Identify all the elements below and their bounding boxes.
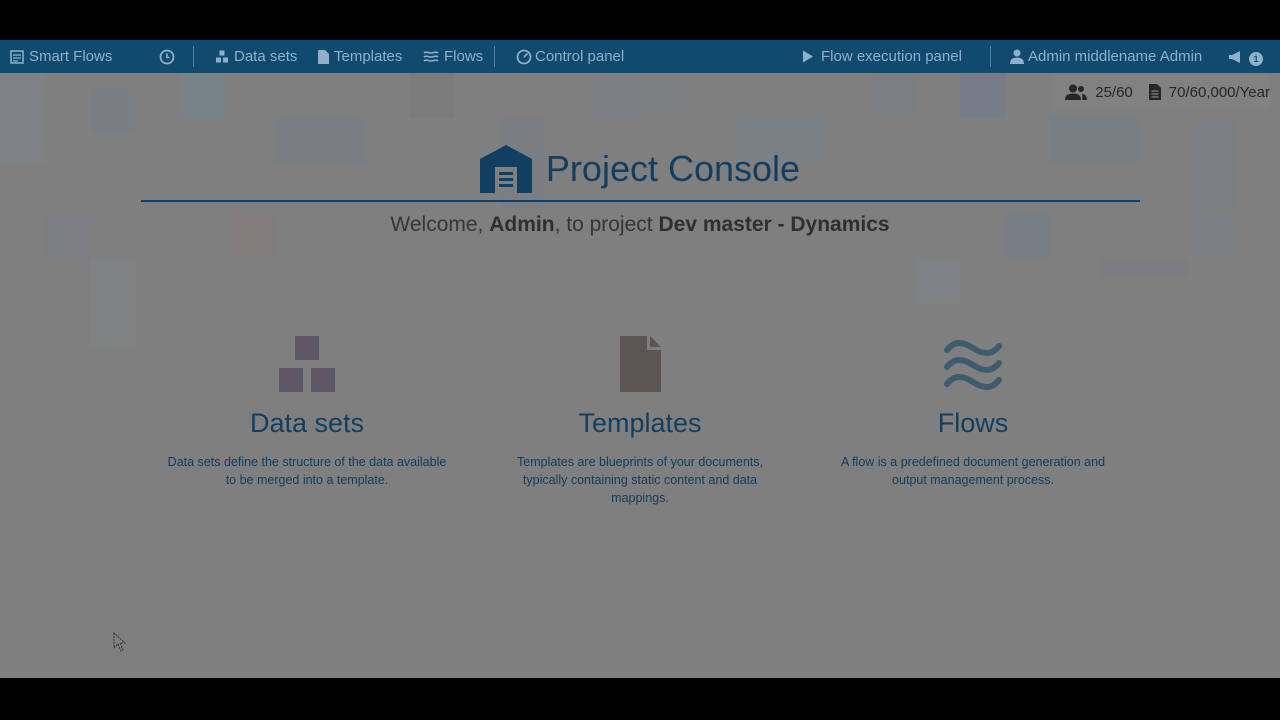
building-icon: [479, 145, 532, 193]
brand-link[interactable]: Smart Flows: [10, 40, 112, 73]
page-title-text: Project Console: [545, 148, 801, 189]
notification-badge: 1: [1249, 52, 1263, 66]
nav-control-panel-label: Control panel: [535, 48, 625, 65]
templates-card[interactable]: Templates Templates are blueprints of yo…: [500, 330, 780, 507]
user-name: Admin middlename Admin: [1028, 48, 1203, 65]
user-icon: [1010, 49, 1024, 64]
nav-flows[interactable]: Flows: [423, 40, 483, 73]
history-icon: [159, 49, 175, 64]
nav-divider: [494, 46, 495, 67]
datasets-card-icon: [279, 336, 335, 392]
flow-execution-label: Flow execution panel: [821, 48, 962, 65]
welcome-message: Welcome, Admin, to project Dev master - …: [0, 213, 1280, 237]
templates-card-title: Templates: [578, 408, 702, 438]
welcome-prefix: Welcome,: [390, 213, 484, 236]
top-navbar: Smart Flows Data sets Templates Flows Co…: [0, 40, 1280, 73]
smart-flows-logo-icon: [10, 49, 24, 64]
flows-card-icon: [944, 340, 1002, 390]
nav-control-panel[interactable]: Control panel: [516, 40, 624, 73]
nav-divider: [990, 46, 991, 67]
notifications-button[interactable]: [1228, 40, 1243, 73]
users-icon: [1065, 84, 1088, 100]
page-header: Project Console: [0, 145, 1280, 198]
nav-templates[interactable]: Templates: [318, 40, 402, 73]
documents-quota: 70/60,000/Year: [1148, 83, 1270, 101]
project-name: Dev master - Dynamics: [658, 213, 890, 236]
title-divider: [141, 200, 1140, 202]
app-window: Smart Flows Data sets Templates Flows Co…: [0, 40, 1280, 678]
control-panel-icon: [516, 49, 532, 64]
datasets-card-description: Data sets define the structure of the da…: [167, 455, 447, 487]
datasets-card-title: Data sets: [249, 408, 365, 438]
megaphone-icon: [1229, 50, 1240, 63]
flows-card-title: Flows: [937, 408, 1009, 438]
flows-card-description: A flow is a predefined document generati…: [840, 455, 1106, 487]
mouse-cursor-icon: [113, 632, 127, 652]
documents-quota-value: 70/60,000/Year: [1168, 83, 1270, 101]
users-quota-value: 25/60: [1095, 83, 1133, 101]
flows-icon: [423, 50, 439, 62]
nav-datasets-label: Data sets: [234, 48, 298, 65]
nav-flows-label: Flows: [444, 48, 484, 65]
page-title: Project Console: [479, 145, 801, 193]
templates-card-icon: [619, 336, 661, 392]
welcome-mid: , to project: [554, 213, 653, 236]
nav-divider: [193, 46, 194, 67]
templates-icon: [318, 49, 329, 64]
brand-label: Smart Flows: [29, 48, 113, 65]
welcome-user: Admin: [489, 213, 555, 236]
play-icon: [803, 50, 813, 63]
nav-templates-label: Templates: [334, 48, 403, 65]
flows-card[interactable]: Flows A flow is a predefined document ge…: [833, 330, 1113, 489]
templates-card-description: Templates are blueprints of your documen…: [517, 455, 763, 505]
quota-bar: 25/60 70/60,000/Year: [1053, 75, 1270, 109]
flow-execution-panel-button[interactable]: Flow execution panel: [802, 40, 962, 73]
datasets-icon: [216, 50, 228, 62]
datasets-card[interactable]: Data sets Data sets define the structure…: [167, 330, 447, 489]
users-quota: 25/60: [1065, 84, 1133, 101]
nav-datasets[interactable]: Data sets: [215, 40, 297, 73]
document-icon: [1148, 84, 1161, 100]
history-button[interactable]: [159, 40, 175, 73]
user-menu[interactable]: Admin middlename Admin: [1010, 40, 1202, 73]
